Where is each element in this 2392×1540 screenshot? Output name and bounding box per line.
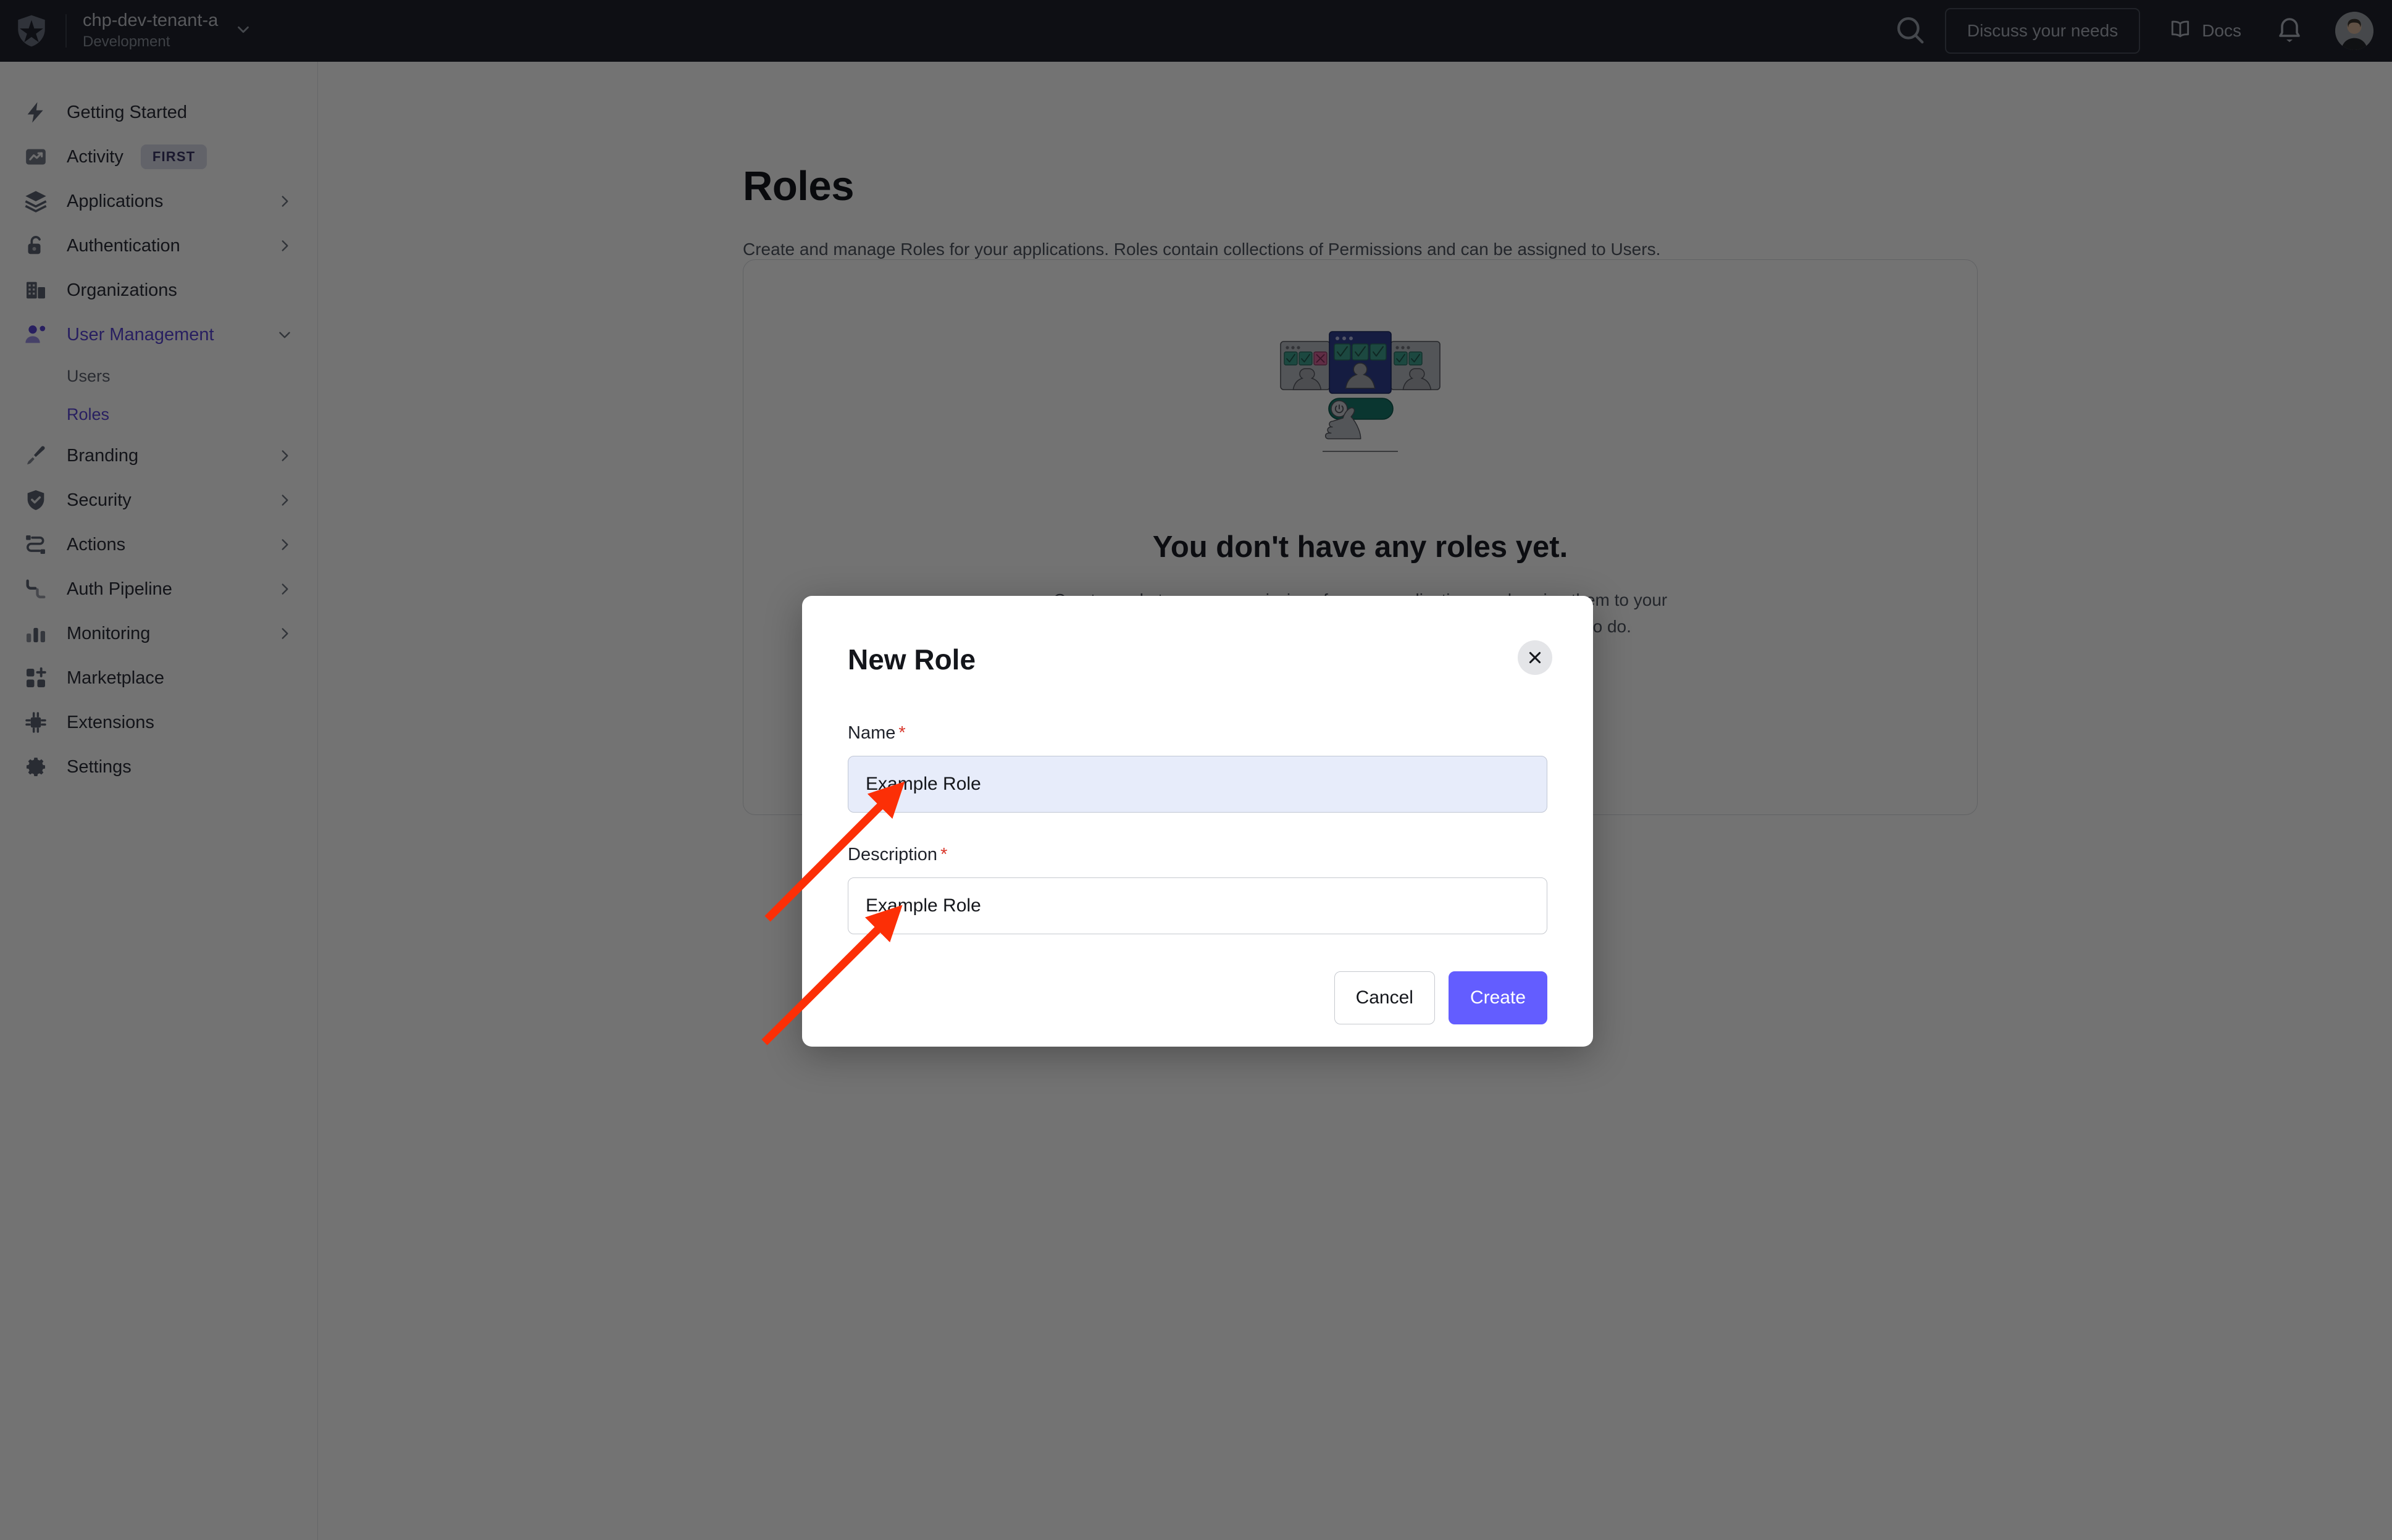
name-label: Name * [848,723,1547,743]
description-label-text: Description [848,845,938,864]
name-field-group: Name * [848,723,1547,813]
auth0-dashboard-screen: chp-dev-tenant-a Development Discuss you… [0,0,2392,1540]
role-description-input[interactable] [848,877,1547,934]
name-label-text: Name [848,723,896,743]
required-asterisk: * [898,723,906,743]
description-label: Description * [848,845,1547,865]
new-role-modal: New Role Name* Description* Cancel Creat… [802,596,1593,1047]
modal-title: New Role [848,643,976,676]
close-icon[interactable] [1518,640,1552,675]
modal-header: New Role [848,640,1552,691]
role-name-input[interactable] [848,756,1547,813]
description-field-group: Description * [848,845,1547,934]
required-asterisk: * [940,845,948,864]
modal-actions: Cancel Create [848,971,1547,1024]
cancel-button[interactable]: Cancel [1334,971,1435,1024]
create-button[interactable]: Create [1448,971,1547,1024]
